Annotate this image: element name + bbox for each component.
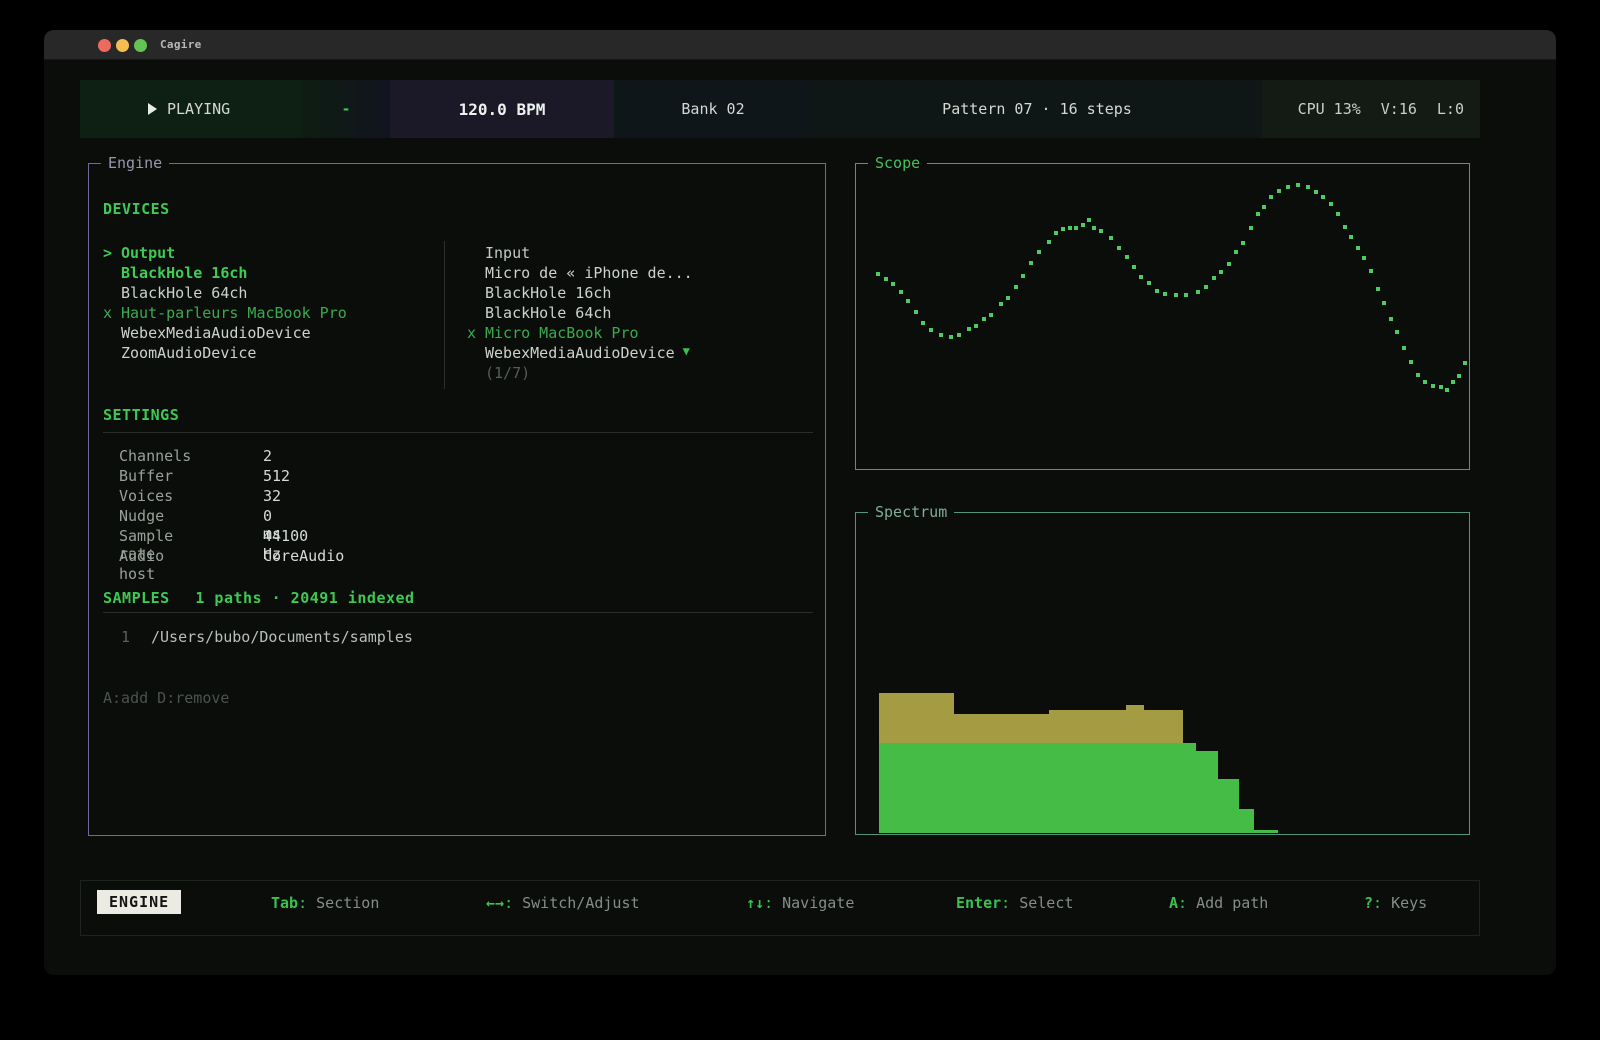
bpm-value: 120.0 BPM xyxy=(459,100,546,119)
engine-panel-title: Engine xyxy=(101,154,169,172)
sample-path-index: 1 xyxy=(121,628,130,646)
close-window-button[interactable] xyxy=(98,39,111,52)
input-column-header: Input xyxy=(467,244,530,264)
scope-panel: Scope xyxy=(855,163,1470,470)
spectrum-chart xyxy=(871,517,1469,833)
scope-panel-title: Scope xyxy=(868,154,927,172)
output-device-item[interactable]: x Haut-parleurs MacBook Pro xyxy=(103,304,347,324)
samples-heading-row: SAMPLES 1 paths · 20491 indexed xyxy=(103,588,415,607)
app-window: Cagire PLAYING - 120.0 BPM Bank 02 Patte… xyxy=(44,30,1556,975)
samples-hint: A:add D:remove xyxy=(103,689,229,707)
window-title: Cagire xyxy=(160,38,202,51)
bank-value: Bank 02 xyxy=(681,100,744,118)
output-header: Output xyxy=(121,244,175,264)
input-header: Input xyxy=(485,244,530,264)
engine-panel: Engine DEVICES > Output BlackHole 16ch B… xyxy=(88,163,826,836)
sample-path-row[interactable]: 1 /Users/bubo/Documents/samples xyxy=(89,628,825,648)
pattern-segment: Pattern 07 · 16 steps xyxy=(812,80,1262,138)
samples-meta: 1 paths · 20491 indexed xyxy=(195,589,414,607)
shortcut-navigate: ↑↓: Navigate xyxy=(746,894,854,912)
output-device-item[interactable]: BlackHole 16ch xyxy=(103,264,247,284)
shortcut-select: Enter: Select xyxy=(956,894,1073,912)
output-column-header: > Output xyxy=(103,244,175,264)
transport-dash-segment: - xyxy=(302,80,390,138)
samples-divider xyxy=(103,612,813,613)
input-pager: (1/7) xyxy=(467,364,530,384)
sample-path-value: /Users/bubo/Documents/samples xyxy=(151,628,413,646)
play-icon xyxy=(148,103,157,115)
input-device-item[interactable]: WebexMediaAudioDevice ▼ xyxy=(467,344,690,364)
scroll-down-icon: ▼ xyxy=(683,344,690,364)
voices-meter: V:16 xyxy=(1381,100,1417,118)
pattern-value: Pattern 07 · 16 steps xyxy=(942,100,1132,118)
cpu-meter: CPU 13% xyxy=(1298,100,1361,118)
bpm-segment: 120.0 BPM xyxy=(390,80,614,138)
transport-status: PLAYING xyxy=(167,100,230,118)
selected-column-marker: > xyxy=(103,244,121,264)
spectrum-panel: Spectrum xyxy=(855,512,1470,835)
shortcut-switch: ←→: Switch/Adjust xyxy=(486,894,640,912)
mode-badge: ENGINE xyxy=(97,890,181,914)
output-device-item[interactable]: WebexMediaAudioDevice xyxy=(103,324,311,344)
active-device-marker: x xyxy=(103,304,121,324)
zoom-window-button[interactable] xyxy=(134,39,147,52)
transport-bar: PLAYING - 120.0 BPM Bank 02 Pattern 07 ·… xyxy=(80,80,1480,138)
settings-heading: SETTINGS xyxy=(103,406,179,424)
input-device-item[interactable]: BlackHole 16ch xyxy=(467,284,611,304)
scope-waveform xyxy=(873,176,1467,463)
samples-heading: SAMPLES xyxy=(103,589,170,607)
column-divider xyxy=(444,241,445,389)
active-device-marker: x xyxy=(467,324,485,344)
titlebar: Cagire xyxy=(44,30,1556,60)
minimize-window-button[interactable] xyxy=(116,39,129,52)
beat-indicator: - xyxy=(341,100,350,118)
shortcut-add-path: A: Add path xyxy=(1169,894,1268,912)
devices-heading: DEVICES xyxy=(103,200,170,218)
transport-status-segment: PLAYING xyxy=(80,80,302,138)
shortcut-keys: ?: Keys xyxy=(1364,894,1427,912)
meters-segment: CPU 13% V:16 L:0 xyxy=(1262,80,1480,138)
footer-bar: ENGINE Tab: Section ←→: Switch/Adjust ↑↓… xyxy=(80,880,1480,936)
bank-segment: Bank 02 xyxy=(614,80,812,138)
output-device-item[interactable]: BlackHole 64ch xyxy=(103,284,247,304)
output-device-item[interactable]: ZoomAudioDevice xyxy=(103,344,256,364)
settings-divider xyxy=(103,432,813,433)
input-device-item[interactable]: BlackHole 64ch xyxy=(467,304,611,324)
input-page-indicator: (1/7) xyxy=(485,364,530,384)
input-device-item[interactable]: x Micro MacBook Pro xyxy=(467,324,639,344)
shortcut-tab: Tab: Section xyxy=(271,894,379,912)
left-right-arrows-icon: ←→ xyxy=(486,894,504,912)
latency-meter: L:0 xyxy=(1437,100,1464,118)
input-device-item[interactable]: Micro de « iPhone de... xyxy=(467,264,693,284)
up-down-arrows-icon: ↑↓ xyxy=(746,894,764,912)
